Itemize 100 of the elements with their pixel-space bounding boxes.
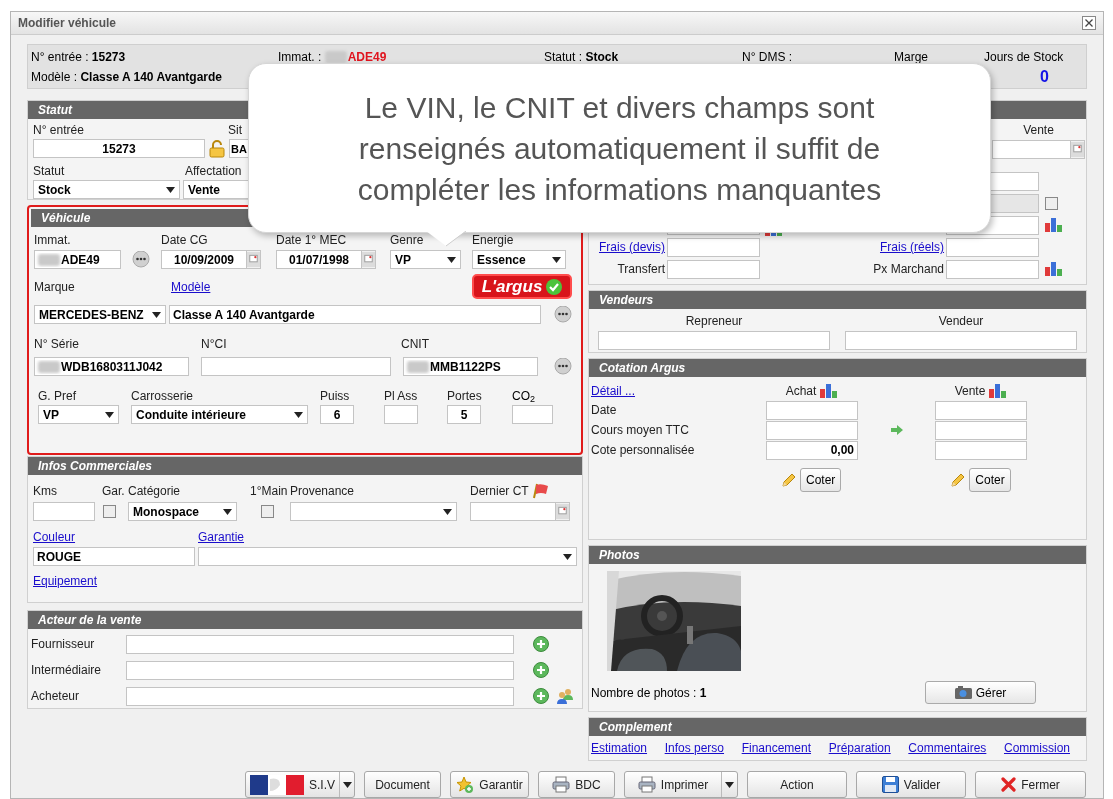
bar-chart-icon[interactable]	[989, 384, 1008, 398]
dropdown[interactable]: VP	[38, 405, 119, 424]
printer-icon	[637, 776, 656, 793]
bar-chart-icon[interactable]	[820, 384, 839, 398]
text-field[interactable]	[946, 259, 1039, 279]
text-field[interactable]	[935, 400, 1027, 420]
people-icon[interactable]	[556, 687, 574, 705]
toolbar-button[interactable]: Document	[364, 771, 441, 798]
field-label: N° Série	[34, 337, 79, 351]
link[interactable]: Financement	[741, 741, 812, 755]
field-label: 1°Main	[250, 484, 288, 498]
checkbox[interactable]	[261, 505, 274, 518]
link[interactable]: Détail ...	[591, 384, 635, 398]
dropdown[interactable]: Monospace	[128, 502, 237, 521]
text-field[interactable]	[667, 259, 760, 279]
text-field[interactable]	[512, 405, 553, 424]
date-field[interactable]: 01/07/1998	[276, 250, 376, 269]
dropdown[interactable]: VP	[390, 250, 461, 269]
date-field[interactable]: 10/09/2009	[161, 250, 261, 269]
text-field[interactable]	[33, 502, 95, 521]
padlock-icon[interactable]	[208, 139, 226, 158]
text-field[interactable]	[935, 420, 1027, 440]
link[interactable]: Préparation	[828, 741, 891, 755]
text-field[interactable]: 6	[320, 405, 354, 424]
calendar-icon[interactable]	[246, 251, 260, 268]
text-field[interactable]: 15273	[33, 139, 205, 158]
text-field[interactable]	[667, 237, 760, 257]
text-field[interactable]: ADE49	[34, 250, 121, 269]
add-icon[interactable]	[533, 636, 549, 652]
bar-chart-icon[interactable]	[1045, 262, 1063, 276]
pencil-icon[interactable]	[780, 471, 797, 489]
close-icon[interactable]	[1082, 16, 1096, 30]
text-field[interactable]	[935, 440, 1027, 460]
text-field[interactable]: 0,00	[766, 440, 858, 460]
panel-header: Infos Commerciales	[28, 457, 582, 475]
text-field[interactable]: MMB1122PS	[403, 357, 538, 376]
text-field[interactable]	[126, 686, 514, 706]
window-title: Modifier véhicule	[18, 16, 117, 30]
toolbar-button[interactable]: BDC	[538, 771, 615, 798]
text-field[interactable]	[201, 357, 391, 376]
field-label: Achat	[785, 384, 817, 398]
link[interactable]: Couleur	[33, 530, 76, 544]
rate-button[interactable]: Coter	[800, 468, 842, 492]
text-field[interactable]	[598, 331, 830, 350]
link[interactable]: Garantie	[198, 530, 245, 544]
text-field[interactable]	[126, 660, 514, 680]
text-field[interactable]: Classe A 140 Avantgarde	[169, 305, 541, 324]
toolbar-button[interactable]: Action	[747, 771, 847, 798]
manage-button[interactable]: Gérer	[925, 681, 1036, 704]
add-icon[interactable]	[533, 662, 549, 678]
text-field[interactable]: WDB1680311J042	[34, 357, 189, 376]
link[interactable]: Estimation	[591, 741, 648, 755]
calendar-icon[interactable]	[1070, 141, 1084, 158]
pencil-icon[interactable]	[949, 471, 967, 489]
checkbox[interactable]	[1045, 196, 1058, 210]
more-button[interactable]	[554, 357, 572, 376]
bar-chart-icon[interactable]	[1045, 218, 1063, 232]
field-label: Vente	[1023, 123, 1054, 137]
dropdown[interactable]	[198, 547, 577, 566]
text-field[interactable]	[845, 331, 1077, 350]
rate-button[interactable]: Coter	[969, 468, 1011, 492]
toolbar-button[interactable]: Garantir	[450, 771, 529, 798]
field-label: Portes	[447, 389, 482, 403]
field-label: Gar.	[102, 484, 125, 498]
toolbar-button[interactable]: Fermer	[975, 771, 1086, 798]
field-label: Energie	[472, 233, 514, 247]
more-button[interactable]	[554, 305, 572, 324]
flag-icon	[530, 483, 549, 499]
dropdown[interactable]: MERCEDES-BENZ	[34, 305, 166, 324]
text-field[interactable]: 5	[447, 405, 481, 424]
checkbox[interactable]	[103, 505, 116, 518]
more-button[interactable]	[132, 250, 150, 269]
text-field[interactable]	[766, 420, 858, 440]
date-field[interactable]	[992, 140, 1085, 159]
dropdown[interactable]: Conduite intérieure	[131, 405, 308, 424]
link[interactable]: Equipement	[33, 574, 98, 588]
field-label: Affectation	[185, 164, 242, 178]
toolbar-button[interactable]: Imprimer	[624, 771, 738, 798]
toolbar-button[interactable]: S.I.V	[245, 771, 355, 798]
link[interactable]: Commission	[1004, 741, 1070, 755]
calendar-icon[interactable]	[361, 251, 375, 268]
link[interactable]: Commentaires	[908, 741, 987, 755]
date-field[interactable]	[470, 502, 570, 521]
dropdown[interactable]: Essence	[472, 250, 566, 269]
dropdown[interactable]: Stock	[33, 180, 180, 199]
text-field[interactable]	[384, 405, 418, 424]
link[interactable]: Frais (réels)	[880, 240, 944, 254]
toolbar-button[interactable]: Valider	[856, 771, 966, 798]
text-field[interactable]	[126, 634, 514, 654]
calendar-icon[interactable]	[555, 503, 569, 520]
link[interactable]: Frais (devis)	[599, 240, 665, 254]
link[interactable]: Modèle	[171, 279, 211, 294]
camera-icon	[954, 686, 972, 699]
add-icon[interactable]	[533, 688, 549, 704]
text-field[interactable]: ROUGE	[33, 547, 195, 566]
dropdown[interactable]	[290, 502, 457, 521]
text-field[interactable]	[766, 400, 858, 420]
field-label: Date CG	[161, 233, 208, 247]
text-field[interactable]	[946, 237, 1039, 257]
link[interactable]: Infos perso	[664, 741, 725, 755]
